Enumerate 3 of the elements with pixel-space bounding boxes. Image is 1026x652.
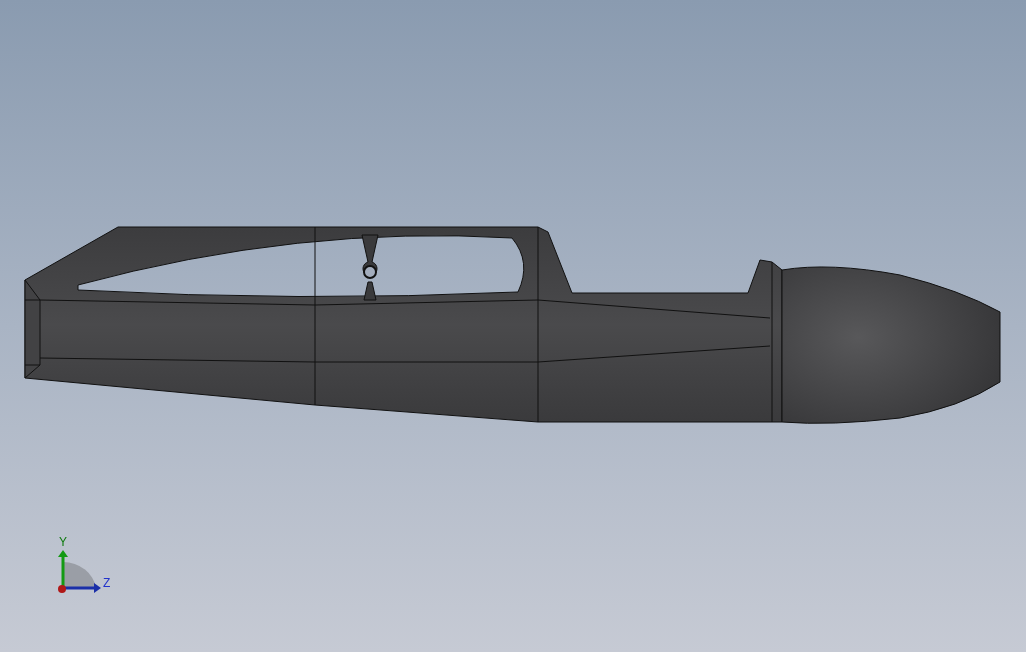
z-axis-label: Z: [103, 576, 111, 590]
axis-triad-icon: [58, 550, 101, 593]
y-axis-label: Y: [59, 535, 67, 549]
